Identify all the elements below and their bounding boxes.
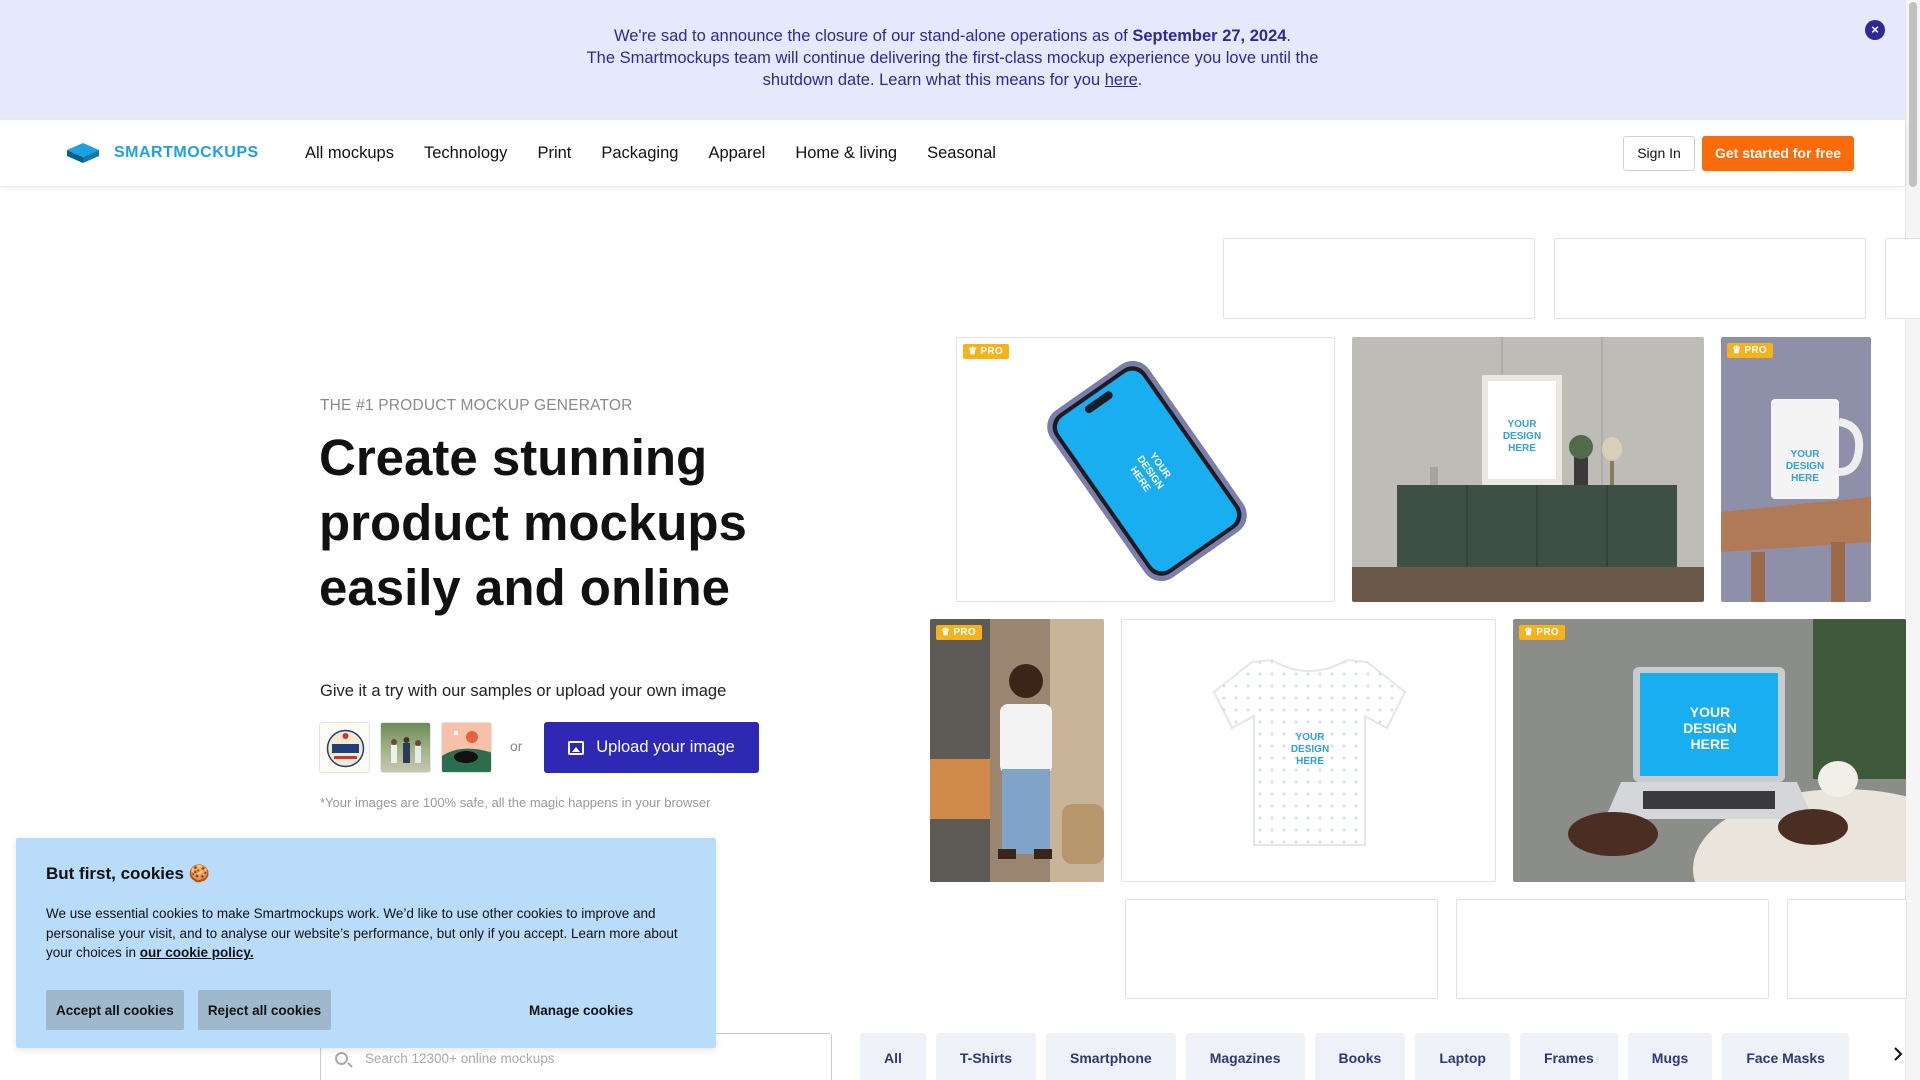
filter-chip-tshirts[interactable]: T-Shirts bbox=[935, 1033, 1037, 1080]
announcement-text: shutdown date. Learn what this means for… bbox=[762, 71, 1105, 89]
announcement-line-2: The Smartmockups team will continue deli… bbox=[586, 49, 1319, 67]
crown-icon: ♛ bbox=[968, 346, 978, 357]
mockup-card-partial-2[interactable] bbox=[1554, 238, 1866, 319]
crown-icon: ♛ bbox=[1524, 627, 1534, 638]
filter-chip-books[interactable]: Books bbox=[1314, 1033, 1406, 1080]
sample-images bbox=[319, 722, 492, 773]
mockup-card-frame[interactable]: YOUR DESIGN HERE bbox=[1352, 337, 1704, 602]
chevron-right-icon[interactable] bbox=[1893, 1046, 1903, 1062]
person-tshirt-mockup-art bbox=[930, 619, 1104, 882]
pro-badge-label: PRO bbox=[1536, 627, 1559, 638]
crown-icon: ♛ bbox=[941, 627, 951, 638]
mockup-card-partial-5[interactable] bbox=[1456, 899, 1769, 999]
sign-in-button[interactable]: Sign In bbox=[1623, 136, 1695, 171]
announcement-banner: We're sad to announce the closure of our… bbox=[0, 0, 1905, 120]
filter-chip-mugs[interactable]: Mugs bbox=[1627, 1033, 1713, 1080]
pro-badge: ♛ PRO bbox=[1519, 625, 1565, 640]
hero-eyebrow: THE #1 PRODUCT MOCKUP GENERATOR bbox=[320, 397, 633, 414]
cookie-actions: Accept all cookies Reject all cookies bbox=[46, 990, 332, 1030]
sample-logo-art bbox=[326, 729, 365, 768]
smartmockups-logo-icon bbox=[67, 143, 99, 163]
filter-chip-face-masks[interactable]: Face Masks bbox=[1722, 1033, 1849, 1080]
filter-chip-magazines[interactable]: Magazines bbox=[1185, 1033, 1305, 1080]
filter-chip-all[interactable]: All bbox=[860, 1033, 926, 1080]
pro-badge: ♛ PRO bbox=[936, 625, 982, 640]
image-upload-icon bbox=[568, 740, 585, 755]
accept-all-cookies-button[interactable]: Accept all cookies bbox=[46, 990, 184, 1030]
mockup-card-laptop[interactable]: YOUR DESIGN HERE ♛ PRO bbox=[1513, 619, 1906, 882]
filter-chip-laptop[interactable]: Laptop bbox=[1415, 1033, 1510, 1080]
nav-link-technology[interactable]: Technology bbox=[424, 144, 507, 163]
search-icon bbox=[335, 1052, 348, 1065]
nav-link-apparel[interactable]: Apparel bbox=[708, 144, 765, 163]
design-placeholder-text: YOUR DESIGN HERE bbox=[1502, 419, 1542, 454]
scrollbar-thumb[interactable] bbox=[1909, 2, 1917, 187]
announcement-line-3: shutdown date. Learn what this means for… bbox=[0, 69, 1905, 91]
filter-chip-frames[interactable]: Frames bbox=[1519, 1033, 1618, 1080]
upload-image-button[interactable]: Upload your image bbox=[544, 722, 759, 773]
sample-image-photo[interactable] bbox=[380, 722, 431, 773]
sample-illustration-art bbox=[442, 723, 491, 772]
cookie-title: But first, cookies 🍪 bbox=[46, 864, 210, 883]
pro-badge-label: PRO bbox=[953, 627, 976, 638]
mockup-card-tshirt[interactable]: YOUR DESIGN HERE bbox=[1121, 619, 1496, 882]
mockup-card-partial-1[interactable] bbox=[1223, 238, 1535, 319]
announcement-here-link[interactable]: here bbox=[1105, 71, 1138, 89]
upload-button-label: Upload your image bbox=[596, 738, 735, 756]
nav-link-home-living[interactable]: Home & living bbox=[795, 144, 897, 163]
design-placeholder-text: YOUR DESIGN HERE bbox=[1785, 449, 1825, 484]
logo-text: SMARTMOCKUPS bbox=[114, 144, 259, 161]
top-navigation: SMARTMOCKUPS All mockups Technology Prin… bbox=[0, 120, 1905, 187]
filter-chip-smartphone[interactable]: Smartphone bbox=[1046, 1033, 1176, 1080]
nav-link-all-mockups[interactable]: All mockups bbox=[305, 144, 394, 163]
design-placeholder-text: YOUR DESIGN HERE bbox=[1683, 704, 1737, 752]
design-placeholder-text: YOUR DESIGN HERE bbox=[1290, 732, 1330, 767]
mockup-card-partial-3[interactable] bbox=[1885, 238, 1920, 319]
sample-image-logo[interactable] bbox=[319, 722, 370, 773]
page-scrollbar[interactable] bbox=[1905, 0, 1920, 1080]
page: { "banner": { "line1_prefix": "We're sad… bbox=[0, 0, 1920, 1080]
cookie-policy-link[interactable]: our cookie policy. bbox=[140, 945, 254, 960]
try-samples-label: Give it a try with our samples or upload… bbox=[320, 682, 727, 700]
mockup-card-smartphone[interactable]: YOUR DESIGN HERE ♛ PRO bbox=[956, 337, 1335, 602]
mockup-card-partial-6[interactable] bbox=[1787, 899, 1907, 999]
hero-headline: Create stunning product mockups easily a… bbox=[319, 429, 747, 616]
pro-badge-label: PRO bbox=[980, 346, 1003, 357]
sample-image-illustration[interactable] bbox=[441, 722, 492, 773]
announcement-punct: . bbox=[1286, 27, 1292, 45]
close-icon[interactable]: × bbox=[1865, 20, 1885, 40]
announcement-date: September 27, 2024 bbox=[1132, 27, 1287, 45]
mockup-card-mug[interactable]: YOUR DESIGN HERE ♛ PRO bbox=[1721, 337, 1871, 602]
pro-badge: ♛ PRO bbox=[1727, 343, 1773, 358]
frame-mockup-art bbox=[1352, 337, 1704, 602]
logo[interactable]: SMARTMOCKUPS bbox=[66, 141, 259, 165]
cookie-consent-banner: But first, cookies 🍪 We use essential co… bbox=[16, 838, 716, 1048]
crown-icon: ♛ bbox=[1732, 345, 1742, 356]
nav-link-print[interactable]: Print bbox=[537, 144, 571, 163]
or-separator: or bbox=[510, 738, 523, 754]
sample-photo-art bbox=[391, 737, 421, 763]
announcement-punct: . bbox=[1137, 71, 1143, 89]
nav-link-seasonal[interactable]: Seasonal bbox=[927, 144, 996, 163]
nav-links: All mockups Technology Print Packaging A… bbox=[305, 144, 1026, 163]
pro-badge-label: PRO bbox=[1744, 345, 1767, 356]
mockup-card-person-tshirt[interactable]: ♛ PRO bbox=[930, 619, 1104, 882]
announcement-line-1: We're sad to announce the closure of our… bbox=[0, 25, 1905, 47]
mockup-card-partial-4[interactable] bbox=[1125, 899, 1438, 999]
manage-cookies-button[interactable]: Manage cookies bbox=[529, 990, 633, 1030]
category-filters: All T-Shirts Smartphone Magazines Books … bbox=[860, 1033, 1849, 1080]
reject-all-cookies-button[interactable]: Reject all cookies bbox=[197, 990, 332, 1030]
cookie-text: We use essential cookies to make Smartmo… bbox=[46, 904, 686, 963]
privacy-note: *Your images are 100% safe, all the magi… bbox=[320, 795, 711, 810]
pro-badge: ♛ PRO bbox=[963, 344, 1009, 359]
get-started-button[interactable]: Get started for free bbox=[1702, 136, 1854, 171]
nav-link-packaging[interactable]: Packaging bbox=[601, 144, 678, 163]
announcement-text: We're sad to announce the closure of our… bbox=[613, 27, 1133, 45]
